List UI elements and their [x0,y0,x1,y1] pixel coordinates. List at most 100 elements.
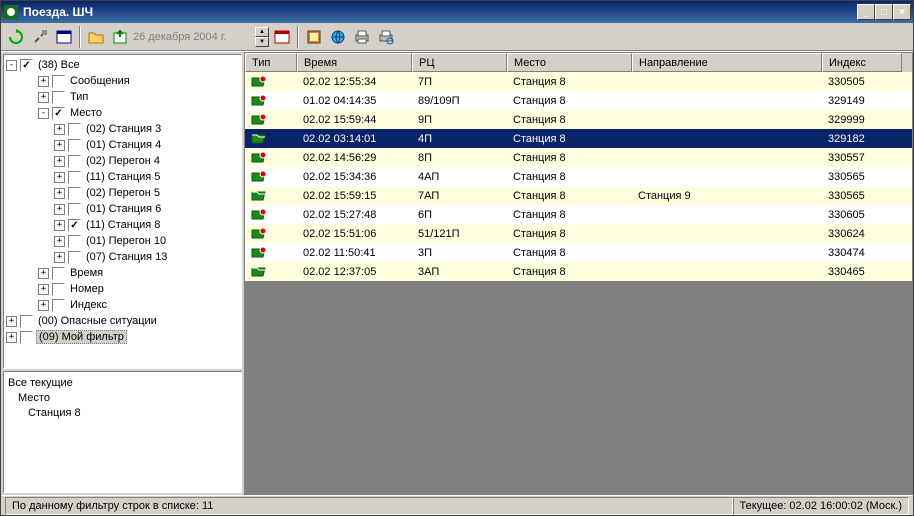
tool-report-button[interactable] [303,26,325,48]
tree-label[interactable]: Место [68,107,104,119]
date-down-button[interactable]: ▼ [255,37,269,47]
tree-node[interactable]: +(11) Станция 8 [6,217,239,233]
tree-checkbox[interactable] [20,315,33,328]
tree-checkbox[interactable] [68,219,81,232]
tree-checkbox[interactable] [52,267,65,280]
tree-expander[interactable]: + [54,140,65,151]
tree-node[interactable]: + (09) Мой фильтр [6,329,239,345]
tree-node[interactable]: + (02) Перегон 5 [6,185,239,201]
tool-open-button[interactable] [85,26,107,48]
tree-expander[interactable]: + [54,172,65,183]
tree-label[interactable]: (09) Мой фильтр [36,330,127,344]
tree-checkbox[interactable] [68,235,81,248]
tree-expander[interactable]: + [54,204,65,215]
tree-checkbox[interactable] [52,299,65,312]
tree-checkbox[interactable] [68,203,81,216]
tree-expander[interactable]: + [54,124,65,135]
tool-print-preview-button[interactable] [375,26,397,48]
table-row[interactable]: 01.02 04:14:3589/109ПСтанция 8329149 [245,91,912,110]
tree-node[interactable]: + (02) Станция 3 [6,121,239,137]
tree-expander[interactable]: + [38,284,49,295]
date-up-button[interactable]: ▲ [255,27,269,37]
table-row[interactable]: 02.02 15:51:0651/121ПСтанция 8330624 [245,224,912,243]
tree-node[interactable]: + Индекс [6,297,239,313]
tree-checkbox[interactable] [68,139,81,152]
tree-checkbox[interactable] [52,91,65,104]
tree-node[interactable]: + (01) Перегон 10 [6,233,239,249]
tree-expander[interactable]: + [54,236,65,247]
tree-label[interactable]: (07) Станция 13 [84,251,169,263]
tree-node[interactable]: - (38) Все [6,57,239,73]
tool-globe-button[interactable] [327,26,349,48]
tree-node[interactable]: +(00) Опасные ситуации [6,313,239,329]
tree-label[interactable]: Номер [68,283,106,295]
tree-checkbox[interactable] [68,155,81,168]
tree-node[interactable]: + (11) Станция 5 [6,169,239,185]
tree-label[interactable]: (01) Перегон 10 [84,235,168,247]
tree-expander[interactable]: - [38,108,49,119]
tree-label[interactable]: Индекс [68,299,109,311]
tool-calendar-button[interactable] [53,26,75,48]
table-row[interactable]: 02.02 15:27:486ПСтанция 8330605 [245,205,912,224]
tree-node[interactable]: + Время [6,265,239,281]
tree-node[interactable]: - Место [6,105,239,121]
col-type[interactable]: Тип [245,53,297,72]
tree-label[interactable]: (02) Станция 3 [84,123,163,135]
tree-checkbox[interactable] [68,187,81,200]
tree-expander[interactable]: + [54,220,65,231]
tree-expander[interactable]: + [54,188,65,199]
tool-refresh-button[interactable] [5,26,27,48]
tree-node[interactable]: + (07) Станция 13 [6,249,239,265]
minimize-button[interactable]: _ [857,4,875,20]
filter-tree[interactable]: -(38) Все+Сообщения+Тип-Место+(02) Станц… [3,54,242,369]
tree-label[interactable]: (01) Станция 4 [84,139,163,151]
tree-label[interactable]: (02) Перегон 5 [84,187,162,199]
tree-expander[interactable]: + [38,92,49,103]
tree-label[interactable]: (38) Все [36,59,82,71]
tree-label[interactable]: Время [68,267,105,279]
col-rc[interactable]: РЦ [412,53,507,72]
tree-node[interactable]: + (01) Станция 4 [6,137,239,153]
tree-expander[interactable]: + [38,300,49,311]
date-spinner[interactable]: ▲ ▼ [255,27,269,47]
table-row[interactable]: 02.02 15:59:449ПСтанция 8329999 [245,110,912,129]
table-row[interactable]: 02.02 11:50:413ПСтанция 8330474 [245,243,912,262]
tree-label[interactable]: (11) Станция 5 [84,171,162,183]
tree-checkbox[interactable] [20,59,33,72]
tree-label[interactable]: Тип [68,91,90,103]
tree-node[interactable]: + (02) Перегон 4 [6,153,239,169]
table-row[interactable]: 02.02 15:59:157АПСтанция 8Станция 933056… [245,186,912,205]
tree-expander[interactable]: + [38,268,49,279]
tree-checkbox[interactable] [52,107,65,120]
col-place[interactable]: Место [507,53,632,72]
tree-expander[interactable]: + [38,76,49,87]
tree-checkbox[interactable] [68,251,81,264]
tree-expander[interactable]: + [54,156,65,167]
tree-expander[interactable]: - [6,60,17,71]
tool-settings-button[interactable] [29,26,51,48]
tree-label[interactable]: Сообщения [68,75,132,87]
table-row[interactable]: 02.02 14:56:298ПСтанция 8330557 [245,148,912,167]
col-direction[interactable]: Направление [632,53,822,72]
tree-expander[interactable]: + [54,252,65,263]
table-row[interactable]: 02.02 12:55:347ПСтанция 8330505 [245,72,912,91]
table-row[interactable]: 02.02 15:34:364АПСтанция 8330565 [245,167,912,186]
tree-expander[interactable]: + [6,332,17,343]
col-time[interactable]: Время [297,53,412,72]
table-row[interactable]: 02.02 03:14:014ПСтанция 8329182 [245,129,912,148]
tree-checkbox[interactable] [68,123,81,136]
table-row[interactable]: 02.02 12:37:053АПСтанция 8330465 [245,262,912,281]
grid-body[interactable]: 02.02 12:55:347ПСтанция 833050501.02 04:… [245,72,912,281]
tool-export-button[interactable] [109,26,131,48]
tool-calendar-drop-button[interactable] [271,26,293,48]
tree-node[interactable]: + (01) Станция 6 [6,201,239,217]
col-index[interactable]: Индекс [822,53,902,72]
tree-node[interactable]: + Тип [6,89,239,105]
tree-label[interactable]: (01) Станция 6 [84,203,163,215]
tool-print-button[interactable] [351,26,373,48]
tree-checkbox[interactable] [52,75,65,88]
close-button[interactable]: × [893,4,911,20]
tree-checkbox[interactable] [52,283,65,296]
tree-label[interactable]: (02) Перегон 4 [84,155,162,167]
tree-label[interactable]: (00) Опасные ситуации [36,315,159,327]
